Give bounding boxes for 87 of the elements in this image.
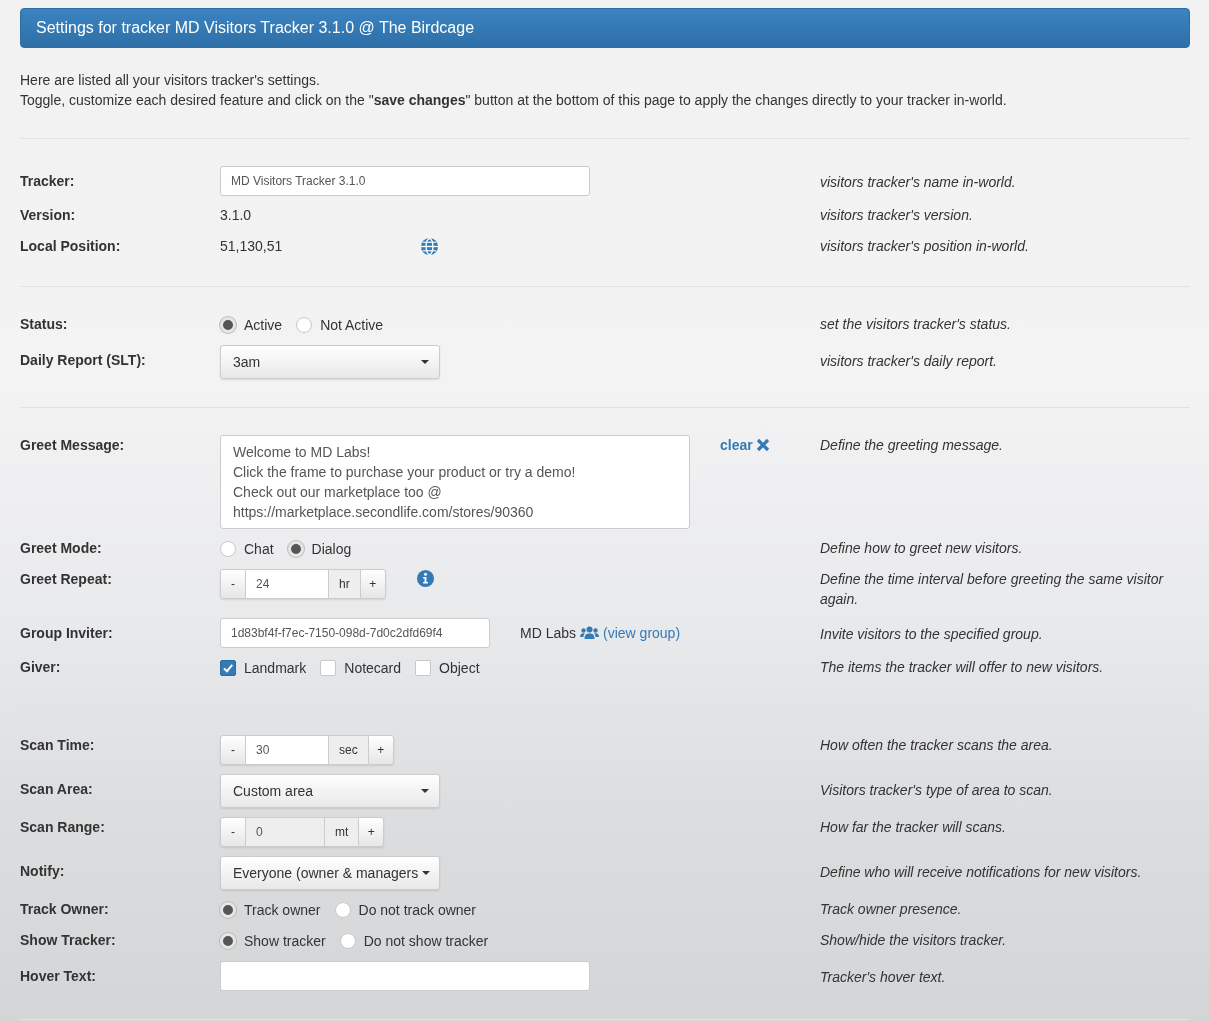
text-field[interactable] — [220, 961, 590, 991]
option-label[interactable]: Active — [244, 314, 283, 336]
field-label: Notify: — [20, 863, 65, 879]
help-text: visitors tracker's daily report. — [820, 353, 997, 369]
option-label[interactable]: Not Active — [320, 314, 384, 336]
dropdown[interactable]: Everyone (owner & managers — [220, 856, 440, 890]
field-label: Greet Repeat: — [20, 571, 112, 587]
field-label: Hover Text: — [20, 968, 96, 984]
help-text: Define how to greet new visitors. — [820, 540, 1023, 556]
help-text: Define who will receive notifications for new visitors. — [820, 864, 1142, 880]
option-label[interactable]: Do not show tracker — [363, 930, 489, 952]
help-text: Track owner presence. — [820, 901, 962, 917]
option-label[interactable]: Notecard — [344, 657, 402, 679]
caret-icon — [422, 871, 431, 875]
help-text: Invite visitors to the specified group. — [820, 626, 1043, 642]
help-text: Tracker's hover text. — [820, 969, 946, 985]
field-label: Track Owner: — [20, 901, 109, 917]
number-field[interactable]: 30 — [246, 735, 328, 765]
unit-label: sec — [328, 735, 368, 765]
globe-icon[interactable] — [420, 236, 439, 256]
unit-label: mt — [324, 817, 359, 847]
group-key-field[interactable]: 1d83bf4f-f7ec-7150-098d-7d0c2dfd69f4 — [220, 618, 490, 648]
radio-button[interactable] — [296, 317, 313, 333]
checkbox[interactable] — [320, 660, 337, 676]
field-label: Group Inviter: — [20, 625, 113, 641]
option-label[interactable]: Object — [439, 657, 480, 679]
dropdown[interactable]: Custom area — [220, 774, 440, 808]
minus-button[interactable]: - — [220, 569, 246, 599]
radio-button[interactable] — [287, 541, 304, 557]
group-name: MD Labs — [520, 625, 577, 641]
view-group-link[interactable]: (view group) — [603, 625, 681, 641]
field-label: Local Position: — [20, 238, 121, 254]
plus-button[interactable]: + — [359, 569, 386, 599]
field-label: Status: — [20, 316, 68, 332]
field-label: Greet Mode: — [20, 540, 102, 556]
help-text: Visitors tracker's type of area to scan. — [820, 782, 1053, 798]
value-text: 51,130,51 — [220, 237, 284, 256]
radio-button[interactable] — [220, 902, 236, 918]
option-label[interactable]: Landmark — [244, 657, 307, 679]
option-label[interactable]: Do not track owner — [358, 899, 476, 921]
radio-button[interactable] — [220, 317, 236, 333]
help-text: The items the tracker will offer to new visitors. — [820, 659, 1104, 675]
intro-text: Here are listed all your visitors tracker's settings. — [20, 71, 321, 90]
field-label: Scan Range: — [20, 819, 105, 835]
caret-icon — [421, 789, 429, 793]
help-text: visitors tracker's position in-world. — [820, 238, 1029, 254]
help-text: visitors tracker's version. — [820, 207, 973, 223]
radio-button[interactable] — [220, 541, 236, 557]
unit-label: hr — [328, 569, 360, 599]
field-label: Version: — [20, 207, 76, 223]
number-field[interactable]: 24 — [246, 569, 328, 599]
option-label[interactable]: Dialog — [311, 538, 352, 560]
help-text: visitors tracker's name in-world. — [820, 174, 1016, 190]
checkbox[interactable] — [220, 660, 236, 676]
help-text: How far the tracker will scans. — [820, 819, 1006, 835]
option-label[interactable]: Chat — [244, 538, 274, 560]
intro-text: Toggle, customize each desired feature and click on the "save changes" button at the bottom of this page to apply the changes directly to your tracker in-world. — [20, 91, 1008, 110]
field-label: Giver: — [20, 659, 61, 675]
message-field[interactable]: Welcome to MD Labs! Click the frame to purchase your product or try a demo! Check out our marketplace too @ https://marketplace.secondlife.com/stores/90360 — [220, 435, 690, 529]
option-label[interactable]: Track owner — [244, 899, 321, 921]
value-text: 3.1.0 — [220, 206, 252, 225]
close-icon[interactable] — [755, 438, 770, 452]
field-label: Greet Message: — [20, 437, 125, 453]
option-label[interactable]: Show tracker — [244, 930, 326, 952]
minus-button[interactable]: - — [220, 735, 246, 765]
help-text: How often the tracker scans the area. — [820, 737, 1053, 753]
radio-button[interactable] — [220, 933, 236, 949]
info-icon[interactable] — [415, 569, 435, 588]
field-label: Show Tracker: — [20, 932, 116, 948]
caret-icon — [421, 360, 429, 364]
users-icon — [580, 626, 600, 640]
field-label: Daily Report (SLT): — [20, 352, 146, 368]
field-label: Tracker: — [20, 173, 75, 189]
help-text: Show/hide the visitors tracker. — [820, 932, 1007, 948]
help-text: set the visitors tracker's status. — [820, 316, 1011, 332]
field-label: Scan Time: — [20, 737, 95, 753]
radio-button[interactable] — [339, 933, 356, 949]
clear-link[interactable]: clear — [720, 435, 770, 453]
help-text: Define the time interval before greeting the same visitor again. — [820, 571, 1164, 607]
checkbox[interactable] — [415, 660, 432, 676]
field-label: Scan Area: — [20, 781, 93, 797]
radio-button[interactable] — [334, 902, 351, 918]
help-text: Define the greeting message. — [820, 437, 1003, 453]
text-field[interactable]: MD Visitors Tracker 3.1.0 — [220, 166, 590, 196]
dropdown[interactable]: 3am — [220, 345, 440, 379]
plus-button[interactable]: + — [367, 735, 394, 765]
page-title: Settings for tracker MD Visitors Tracker 3.1.0 @ The Birdcage — [36, 19, 475, 37]
